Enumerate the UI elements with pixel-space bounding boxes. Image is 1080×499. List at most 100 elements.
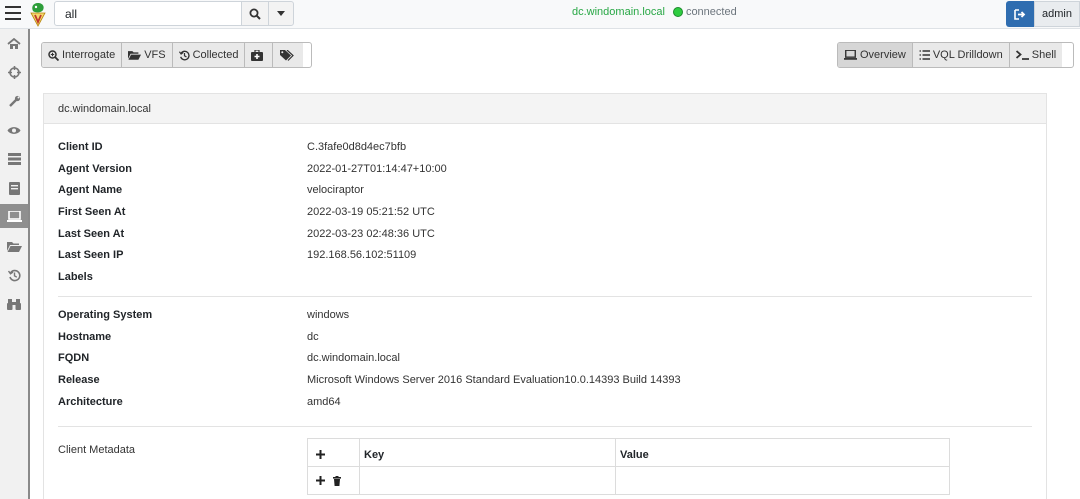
field-value: Microsoft Windows Server 2016 Standard E… [307,374,681,386]
sidebar-item-clients[interactable] [0,204,28,228]
vql-drilldown-button[interactable]: VQL Drilldown [912,43,1010,67]
search-options-dropdown[interactable] [268,1,294,26]
medkit-icon [251,49,264,61]
eye-icon [7,126,21,134]
interrogate-label: Interrogate [62,49,116,61]
client-actions-toolbar: Interrogate VFS Collected [41,42,312,68]
field-label: FQDN [58,352,90,364]
add-row-button[interactable] [316,476,325,486]
sidebar-item-vfs[interactable] [0,234,28,258]
field-label: Client ID [58,141,103,153]
search-button[interactable] [241,1,269,26]
search-plus-icon [48,49,59,61]
menu-toggle-icon[interactable] [5,6,21,21]
metadata-key-cell[interactable] [359,466,616,495]
connection-status-text: connected [685,6,737,18]
folder-open-icon [6,241,22,252]
field-value: velociraptor [307,184,364,196]
field-label: Release [58,374,100,386]
field-label: Last Seen At [58,228,125,240]
crosshairs-icon [7,65,21,79]
field-value: C.3fafe0d8d4ec7bfb [307,141,407,153]
connection-host: dc.windomain.local [572,6,665,18]
user-menu-button[interactable]: admin [1034,1,1080,27]
field-label: Hostname [58,331,112,343]
field-value: amd64 [307,396,341,408]
last-seen-row: Last Seen At 2022-03-23 02:48:36 UTC [58,224,435,244]
delete-row-button[interactable] [333,475,342,486]
search-icon [249,8,261,20]
terminal-icon [1015,50,1029,60]
field-value: dc [307,331,319,343]
laptop-icon [844,50,857,60]
field-value: 2022-03-19 05:21:52 UTC [307,206,435,218]
field-label: Agent Name [58,184,123,196]
laptop-icon [6,210,22,222]
fqdn-row: FQDN dc.windomain.local [58,348,400,368]
client-hostname-title: dc.windomain.local [58,102,151,115]
labels-button[interactable] [273,43,304,67]
sidebar-item-hunt[interactable] [0,60,28,84]
field-label: Operating System [58,309,153,321]
client-overview-card: dc.windomain.local Client ID C.3fafe0d8d… [43,93,1047,499]
field-label: Architecture [58,396,123,408]
server-icon [7,153,21,165]
release-row: Release Microsoft Windows Server 2016 St… [58,370,681,390]
vfs-button[interactable]: VFS [122,43,173,67]
metadata-value-cell[interactable] [615,466,950,495]
first-seen-row: First Seen At 2022-03-19 05:21:52 UTC [58,202,435,222]
caret-down-icon [277,11,285,16]
field-value: 192.168.56.102:51109 [307,249,417,261]
client-id-row: Client ID C.3fafe0d8d4ec7bfb [58,137,406,157]
sidebar-item-notebooks[interactable] [0,176,28,200]
metadata-add-cell [307,438,360,467]
plus-icon [316,450,325,460]
sign-out-icon [1014,8,1026,20]
architecture-row: Architecture amd64 [58,392,341,412]
sidebar [0,29,30,499]
home-icon [7,38,21,49]
history-icon [178,50,190,60]
wrench-icon [8,95,20,107]
plus-icon [316,476,325,486]
field-label: Last Seen IP [58,249,124,261]
vql-drilldown-label: VQL Drilldown [932,49,1003,61]
operating-system-row: Operating System windows [58,305,349,325]
overview-button[interactable]: Overview [838,43,913,67]
trash-icon [333,475,342,486]
logout-button[interactable] [1006,1,1034,27]
section-divider [58,296,1032,297]
add-metadata-button[interactable] [316,450,325,460]
list-ol-icon [919,50,930,60]
metadata-header-row: Key Value [307,438,950,467]
quarantine-button[interactable] [245,43,274,67]
metadata-value-header: Value [615,438,950,467]
sidebar-item-server[interactable] [0,147,28,171]
field-value: 2022-01-27T01:14:47+10:00 [307,163,447,175]
shell-label: Shell [1031,49,1057,61]
connected-indicator-icon [672,7,683,17]
section-divider [58,426,1032,427]
collected-button[interactable]: Collected [172,43,246,67]
client-card-header: dc.windomain.local [44,94,1046,124]
top-navbar: dc.windomain.local connected admin [0,0,1080,29]
sidebar-item-search[interactable] [0,292,28,316]
velociraptor-logo [30,3,46,27]
connection-status: dc.windomain.local connected [572,6,737,18]
labels-row: Labels [58,267,307,287]
agent-version-row: Agent Version 2022-01-27T01:14:47+10:00 [58,159,447,179]
sidebar-item-home[interactable] [0,32,28,56]
sidebar-item-monitor[interactable] [0,118,28,142]
interrogate-button[interactable]: Interrogate [42,43,123,67]
overview-label: Overview [860,49,906,61]
vfs-label: VFS [144,49,166,61]
sidebar-item-history[interactable] [0,263,28,287]
field-label: First Seen At [58,206,126,218]
client-metadata-label: Client Metadata [58,444,136,456]
search-input[interactable] [54,1,242,26]
client-metadata-table: Key Value [307,438,950,495]
sidebar-item-artifacts[interactable] [0,89,28,113]
tags-icon [279,49,294,61]
shell-button[interactable]: Shell [1009,43,1063,67]
agent-name-row: Agent Name velociraptor [58,180,364,200]
